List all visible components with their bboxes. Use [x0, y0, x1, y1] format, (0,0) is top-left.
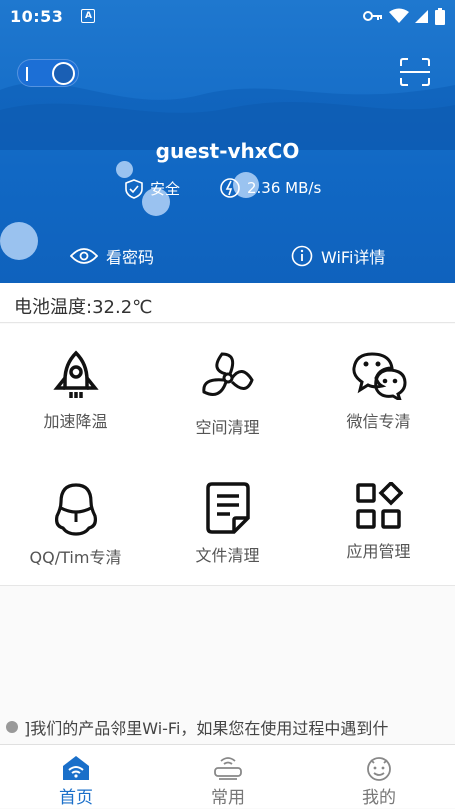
wechat-icon	[351, 352, 407, 400]
home-wifi-icon	[63, 756, 89, 780]
tool-label: 微信专清	[346, 412, 411, 431]
battery-temperature: 电池温度:32.2℃	[0, 283, 455, 323]
rocket-icon	[52, 350, 99, 398]
tool-file-clean[interactable]: 文件清理	[152, 456, 303, 586]
speed-status: 2.36 MB/s	[219, 178, 321, 198]
cell-signal-icon	[415, 10, 428, 23]
scan-icon[interactable]	[400, 58, 430, 86]
tool-label: 应用管理	[346, 542, 411, 561]
bottom-tab-bar: 首页 常用 我的	[0, 744, 455, 808]
apps-grid-icon	[355, 482, 403, 529]
tool-label: 加速降温	[43, 412, 108, 431]
key-icon	[363, 11, 382, 21]
battery-icon	[435, 7, 445, 25]
notification-icon: A	[81, 9, 96, 23]
announcement-marquee[interactable]: ]我们的产品邻里Wi-Fi，如果您在使用过程中遇到什	[0, 712, 455, 742]
eye-icon	[70, 248, 98, 264]
tool-speed-cool[interactable]: 加速降温	[0, 324, 151, 454]
announcement-text: ]我们的产品邻里Wi-Fi，如果您在使用过程中遇到什	[24, 719, 389, 738]
wifi-details-button[interactable]: WiFi详情	[291, 244, 385, 268]
tab-label: 常用	[211, 788, 245, 808]
status-bar: 10:53 A	[0, 0, 455, 32]
tool-space-clean[interactable]: 空间清理	[152, 324, 303, 454]
tab-label: 首页	[59, 788, 93, 808]
tool-label: QQ/Tim专清	[29, 548, 122, 567]
speedometer-icon	[220, 178, 240, 198]
wifi-signal-icon	[389, 8, 409, 23]
qq-penguin-icon	[54, 483, 97, 536]
announcement-dot-icon	[6, 721, 18, 733]
wifi-header: 10:53 A guest-vhxCO 安全 2.36 MB/s 看密码 WiF…	[0, 0, 455, 283]
bubble-decoration	[0, 222, 38, 260]
view-password-label: 看密码	[106, 248, 155, 267]
wifi-details-label: WiFi详情	[321, 248, 386, 267]
tab-mine[interactable]: 我的	[303, 745, 455, 809]
wifi-toggle[interactable]	[17, 59, 79, 87]
router-icon	[214, 757, 242, 780]
security-label: 安全	[150, 180, 181, 198]
tools-grid: 加速降温 空间清理 微信专清 QQ/Tim专清 文件清理 应用管理	[0, 324, 455, 586]
shield-icon	[125, 178, 143, 199]
tab-common[interactable]: 常用	[152, 745, 304, 809]
clock: 10:53	[10, 6, 64, 26]
tool-qq-clean[interactable]: QQ/Tim专清	[0, 456, 151, 586]
tool-label: 文件清理	[195, 546, 260, 565]
document-icon	[205, 482, 250, 534]
wifi-ssid: guest-vhxCO	[155, 139, 300, 163]
tool-label: 空间清理	[195, 418, 260, 437]
tool-wechat-clean[interactable]: 微信专清	[303, 324, 454, 454]
smiley-icon	[367, 757, 391, 781]
tab-home[interactable]: 首页	[0, 745, 152, 809]
info-icon	[291, 245, 313, 267]
fan-icon	[201, 352, 254, 396]
security-status: 安全	[124, 178, 180, 199]
tool-app-manage[interactable]: 应用管理	[303, 456, 454, 586]
view-password-button[interactable]: 看密码	[70, 244, 154, 268]
bubble-decoration	[116, 161, 133, 178]
speed-value: 2.36 MB/s	[247, 179, 322, 197]
tab-label: 我的	[362, 788, 396, 808]
